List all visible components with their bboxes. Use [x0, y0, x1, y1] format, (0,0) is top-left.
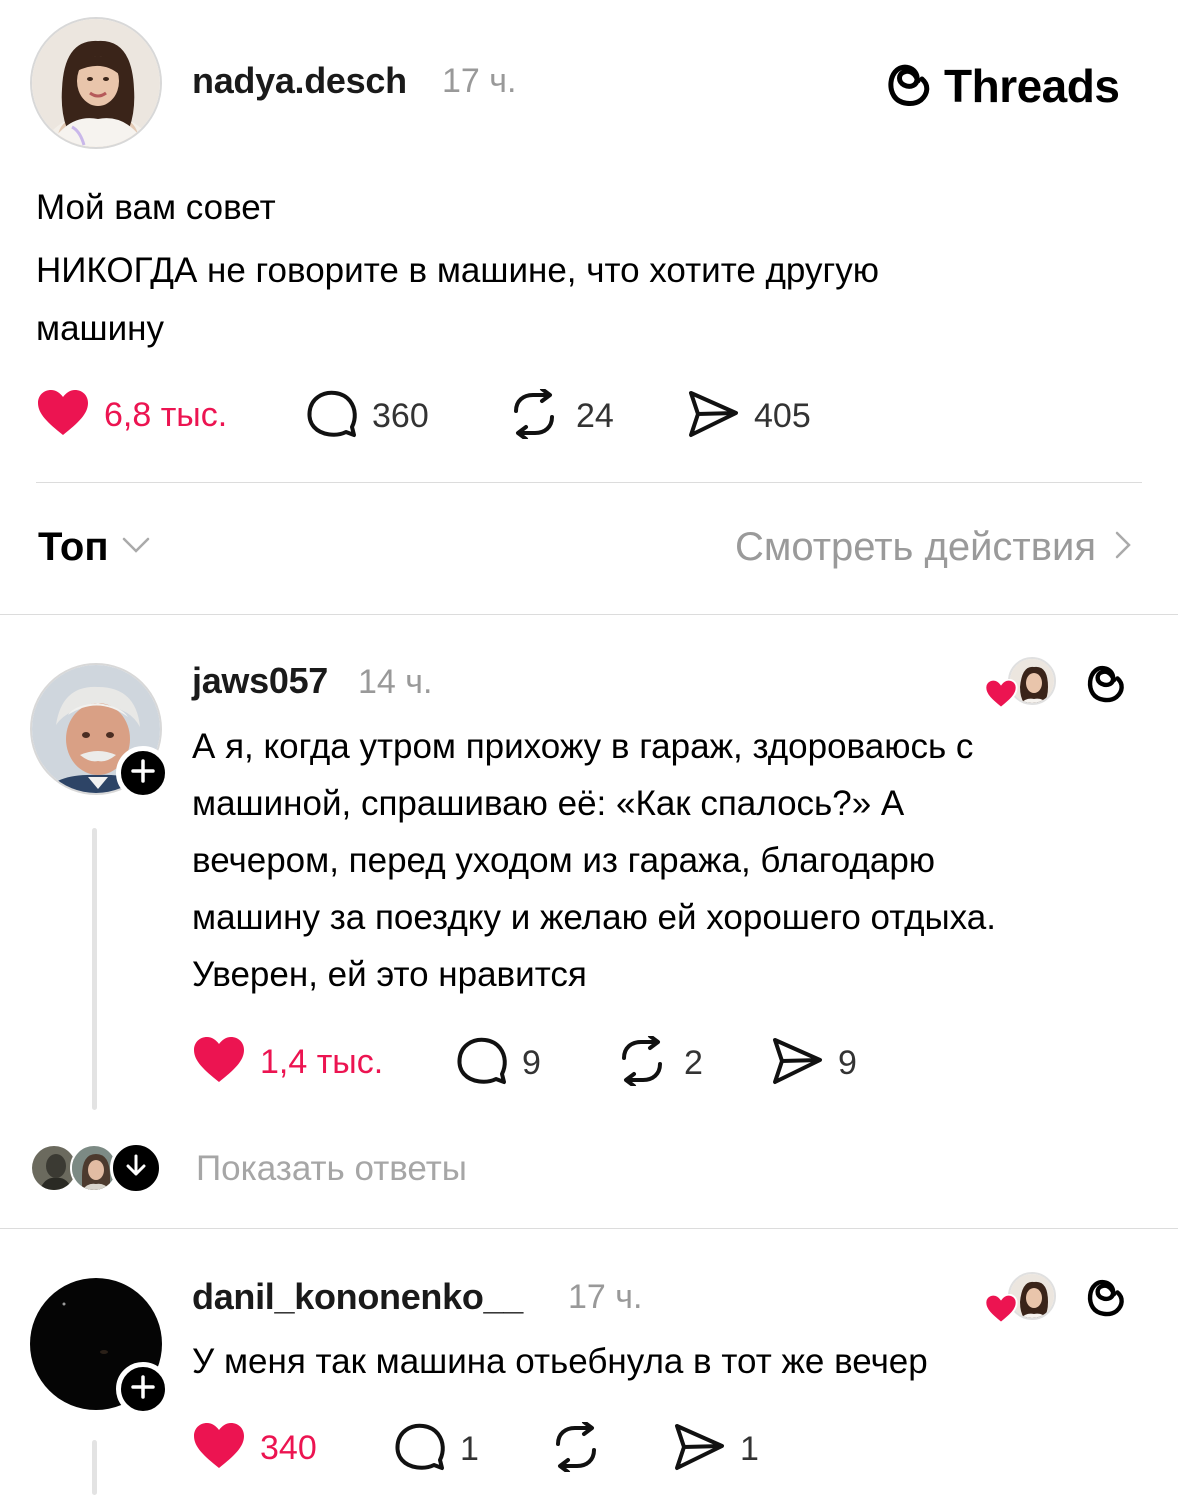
reply-like-count: 340 — [260, 1429, 317, 1467]
heart-filled-icon — [192, 1036, 246, 1089]
post-like-count: 6,8 тыс. — [104, 396, 228, 434]
chevron-down-icon — [121, 535, 151, 560]
reply-text-line: машиной, спрашиваю её: «Как спалось?» А — [192, 784, 905, 823]
reply-share-count: 1 — [740, 1430, 759, 1468]
follow-plus-button[interactable] — [116, 1362, 170, 1416]
reply-text-line: машину за поездку и желаю ей хорошего от… — [192, 898, 996, 937]
reply-timestamp: 14 ч. — [358, 663, 433, 701]
threads-logo-icon — [884, 56, 934, 115]
threads-logo-icon[interactable] — [1084, 658, 1128, 711]
post-text-line: НИКОГДА не говорите в машине, что хотите… — [36, 251, 880, 290]
reply-comment-count: 1 — [460, 1430, 479, 1468]
expand-replies-button[interactable] — [110, 1142, 162, 1194]
reply-comment-button[interactable]: 9 — [456, 1036, 541, 1091]
threads-logo-icon[interactable] — [1084, 1272, 1128, 1325]
reply-body: А я, когда утром прихожу в гараж, здоров… — [192, 718, 996, 1003]
heart-filled-icon — [984, 678, 1018, 714]
reply-share-button[interactable]: 1 — [674, 1422, 759, 1477]
reply-repost-button[interactable]: 2 — [614, 1034, 703, 1091]
post-body: Мой вам совет НИКОГДА не говорите в маши… — [36, 179, 879, 358]
reply-like-button[interactable]: 340 — [192, 1422, 317, 1475]
plus-icon — [131, 758, 155, 788]
reply-text-line: Уверен, ей это нравится — [192, 955, 587, 994]
sort-dropdown[interactable]: Топ — [38, 525, 151, 570]
reply-text-line: вечером, перед уходом из гаража, благода… — [192, 841, 936, 880]
reply-repost-count: 2 — [684, 1044, 703, 1082]
author-liked-indicator — [984, 1272, 1058, 1324]
plus-icon — [131, 1374, 155, 1404]
reply-like-button[interactable]: 1,4 тыс. — [192, 1036, 383, 1089]
sort-label: Топ — [38, 525, 109, 569]
post-like-button[interactable]: 6,8 тыс. — [36, 389, 227, 442]
reply-body: У меня так машина отьебнула в тот же веч… — [192, 1333, 928, 1390]
heart-filled-icon — [36, 389, 90, 442]
post-comment-count: 360 — [372, 397, 429, 435]
reply-text-line: А я, когда утром прихожу в гараж, здоров… — [192, 727, 974, 766]
reply-comment-count: 9 — [522, 1044, 541, 1082]
comment-icon — [394, 1422, 446, 1477]
repost-icon — [614, 1034, 670, 1091]
post-comment-button[interactable]: 360 — [306, 389, 429, 444]
repost-icon — [506, 387, 562, 444]
reply-comment-button[interactable]: 1 — [394, 1422, 479, 1477]
post-text-line: машину — [36, 309, 164, 348]
reply-repost-button[interactable] — [548, 1420, 618, 1477]
author-liked-indicator — [984, 657, 1058, 709]
divider — [36, 482, 1142, 483]
thread-line — [92, 1440, 97, 1495]
chevron-right-icon — [1114, 530, 1132, 565]
reply-text-line: У меня так машина отьебнула в тот же веч… — [192, 1342, 928, 1381]
post-share-count: 405 — [754, 397, 811, 435]
thread-line — [92, 828, 97, 1110]
comment-icon — [456, 1036, 508, 1091]
author-avatar[interactable] — [30, 17, 162, 149]
comment-icon — [306, 389, 358, 444]
reply-share-count: 9 — [838, 1044, 857, 1082]
post-username[interactable]: nadya.desch — [192, 60, 407, 102]
share-icon — [688, 389, 740, 444]
post-share-button[interactable]: 405 — [688, 389, 811, 444]
reply-avatars-stack[interactable] — [30, 1140, 162, 1196]
post-text-line: Мой вам совет — [36, 188, 276, 227]
reply-like-count: 1,4 тыс. — [260, 1043, 384, 1081]
reply-share-button[interactable]: 9 — [772, 1036, 857, 1091]
share-icon — [772, 1036, 824, 1091]
post-repost-count: 24 — [576, 397, 614, 435]
post-repost-button[interactable]: 24 — [506, 387, 614, 444]
share-icon — [674, 1422, 726, 1477]
heart-filled-icon — [192, 1422, 246, 1475]
show-replies-link[interactable]: Показать ответы — [196, 1149, 467, 1189]
threads-brand-label: Threads — [944, 59, 1120, 112]
view-activity-label: Смотреть действия — [734, 525, 1096, 569]
reply-username[interactable]: danil_kononenko__ — [192, 1276, 523, 1318]
divider — [0, 614, 1178, 615]
reply-username[interactable]: jaws057 — [192, 660, 328, 702]
divider — [0, 1228, 1178, 1229]
threads-brand[interactable]: Threads — [884, 56, 1120, 115]
reply-timestamp: 17 ч. — [568, 1278, 643, 1316]
repost-icon — [548, 1420, 604, 1477]
arrow-down-icon — [125, 1154, 147, 1183]
view-activity-link[interactable]: Смотреть действия — [735, 525, 1132, 570]
heart-filled-icon — [984, 1293, 1018, 1329]
post-timestamp: 17 ч. — [442, 62, 517, 100]
follow-plus-button[interactable] — [116, 746, 170, 800]
